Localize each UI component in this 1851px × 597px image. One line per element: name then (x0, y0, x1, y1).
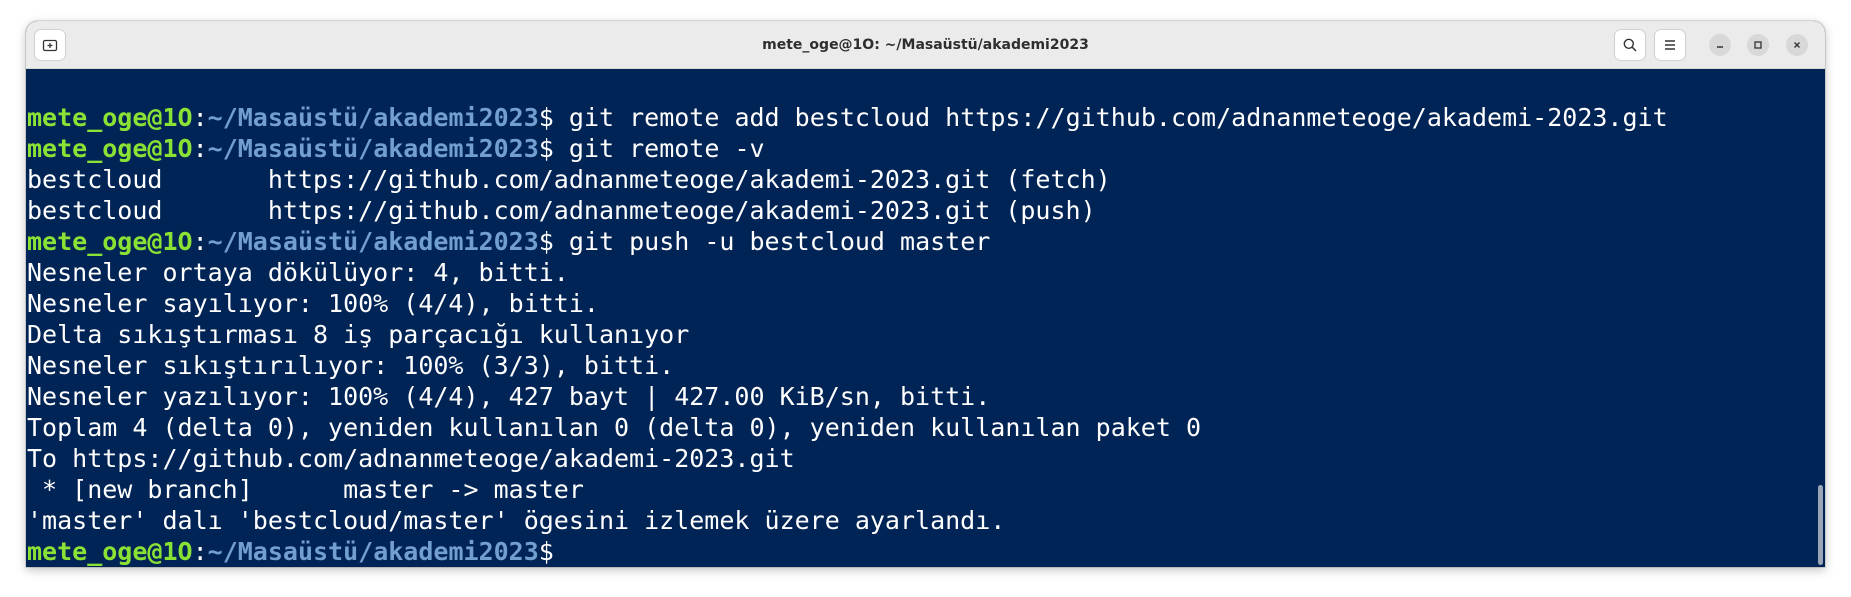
output-text: Nesneler yazılıyor: 100% (4/4), 427 bayt… (27, 382, 991, 411)
window-title: mete_oge@1O: ~/Masaüstü/akademi2023 (762, 37, 1089, 53)
terminal-output-line: 'master' dalı 'bestcloud/master' ögesini… (27, 505, 1668, 536)
output-text: Toplam 4 (delta 0), yeniden kullanılan 0… (27, 413, 1201, 442)
terminal-command-line: mete_oge@1O:~/Masaüstü/akademi2023$ git … (27, 102, 1668, 133)
prompt-user: mete_oge@1O (27, 227, 193, 256)
terminal-area[interactable]: mete_oge@1O:~/Masaüstü/akademi2023$ git … (26, 69, 1825, 567)
output-text: Nesneler ortaya dökülüyor: 4, bitti. (27, 258, 569, 287)
prompt-sign: $ (538, 103, 569, 132)
terminal-output-line: Nesneler sayılıyor: 100% (4/4), bitti. (27, 288, 1668, 319)
prompt-sign: $ (538, 134, 569, 163)
terminal-output-line: * [new branch] master -> master (27, 474, 1668, 505)
terminal-command-line: mete_oge@1O:~/Masaüstü/akademi2023$ git … (27, 226, 1668, 257)
output-text: Nesneler sıkıştırılıyor: 100% (3/3), bit… (27, 351, 675, 380)
hamburger-menu-icon (1665, 40, 1675, 50)
prompt-separator: : (192, 103, 208, 132)
prompt-path: ~/Masaüstü/akademi2023 (207, 227, 539, 256)
output-text: * [new branch] master -> master (27, 475, 584, 504)
command-text: git push -u bestcloud master (568, 227, 991, 256)
command-text: git remote -v (568, 134, 765, 163)
prompt-path: ~/Masaüstü/akademi2023 (207, 537, 539, 566)
menu-button[interactable] (1654, 29, 1686, 61)
prompt-user: mete_oge@1O (27, 103, 193, 132)
prompt-user: mete_oge@1O (27, 537, 193, 566)
prompt-separator: : (192, 227, 208, 256)
terminal-output: mete_oge@1O:~/Masaüstü/akademi2023$ git … (27, 102, 1668, 567)
prompt-sign: $ (538, 537, 569, 566)
scrollbar-thumb[interactable] (1818, 485, 1823, 565)
terminal-output-line: bestcloud https://github.com/adnanmeteog… (27, 195, 1668, 226)
prompt-separator: : (192, 537, 208, 566)
search-button[interactable] (1614, 29, 1646, 61)
terminal-command-line: mete_oge@1O:~/Masaüstü/akademi2023$ (27, 536, 1668, 567)
command-text: git remote add bestcloud https://github.… (568, 103, 1668, 132)
prompt-user: mete_oge@1O (27, 134, 193, 163)
terminal-command-line: mete_oge@1O:~/Masaüstü/akademi2023$ git … (27, 133, 1668, 164)
output-text: Nesneler sayılıyor: 100% (4/4), bitti. (27, 289, 599, 318)
terminal-window: mete_oge@1O: ~/Masaüstü/akademi2023 mete… (26, 21, 1825, 567)
terminal-output-line: To https://github.com/adnanmeteoge/akade… (27, 443, 1668, 474)
prompt-separator: : (192, 134, 208, 163)
terminal-output-line: bestcloud https://github.com/adnanmeteog… (27, 164, 1668, 195)
title-bar: mete_oge@1O: ~/Masaüstü/akademi2023 (26, 21, 1825, 69)
minimize-icon (1717, 46, 1723, 48)
terminal-output-line: Nesneler ortaya dökülüyor: 4, bitti. (27, 257, 1668, 288)
prompt-path: ~/Masaüstü/akademi2023 (207, 103, 539, 132)
search-icon (1623, 38, 1637, 52)
maximize-icon (1754, 41, 1762, 49)
close-button[interactable] (1786, 34, 1808, 56)
output-text: bestcloud https://github.com/adnanmeteog… (27, 165, 1111, 194)
output-text: To https://github.com/adnanmeteoge/akade… (27, 444, 795, 473)
prompt-sign: $ (538, 227, 569, 256)
prompt-path: ~/Masaüstü/akademi2023 (207, 134, 539, 163)
output-text: 'master' dalı 'bestcloud/master' ögesini… (27, 506, 1006, 535)
terminal-output-line: Nesneler sıkıştırılıyor: 100% (3/3), bit… (27, 350, 1668, 381)
output-text: Delta sıkıştırması 8 iş parçacığı kullan… (27, 320, 690, 349)
output-text: bestcloud https://github.com/adnanmeteog… (27, 196, 1096, 225)
terminal-output-line: Delta sıkıştırması 8 iş parçacığı kullan… (27, 319, 1668, 350)
terminal-output-line: Toplam 4 (delta 0), yeniden kullanılan 0… (27, 412, 1668, 443)
maximize-button[interactable] (1747, 34, 1769, 56)
scrollbar[interactable] (1815, 69, 1823, 567)
minimize-button[interactable] (1709, 34, 1731, 56)
close-icon (1794, 42, 1800, 48)
terminal-output-line: Nesneler yazılıyor: 100% (4/4), 427 bayt… (27, 381, 1668, 412)
